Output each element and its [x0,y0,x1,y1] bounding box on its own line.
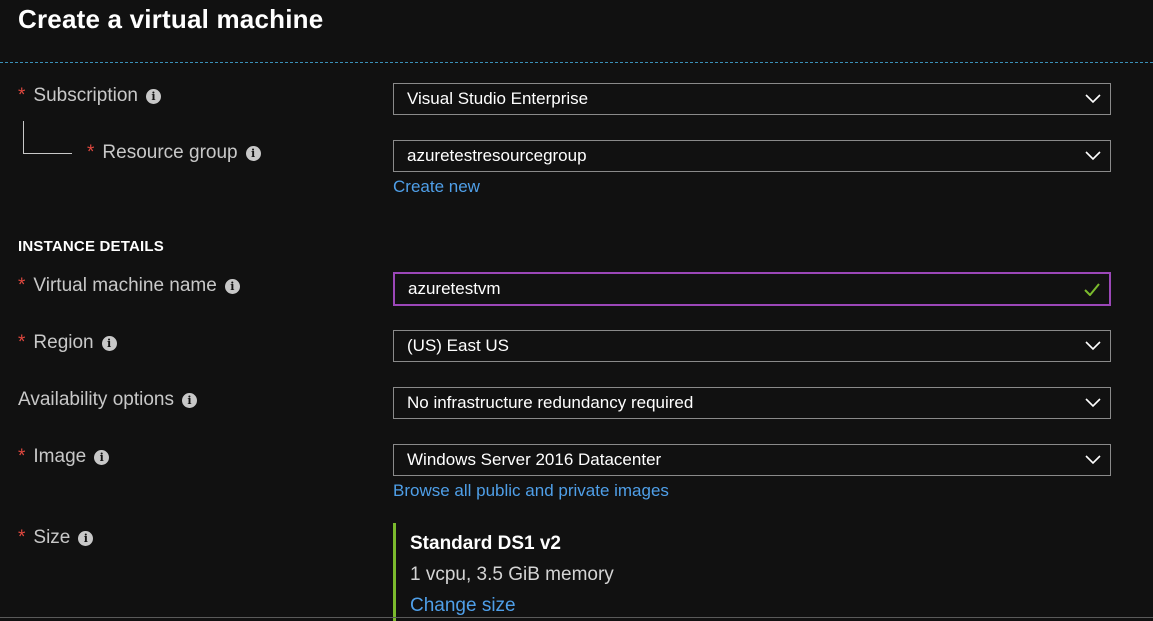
required-marker: * [87,142,95,163]
size-detail: 1 vcpu, 3.5 GiB memory [410,564,614,585]
info-icon[interactable]: i [78,530,94,546]
create-new-link[interactable]: Create new [393,177,480,197]
subscription-value: Visual Studio Enterprise [407,89,589,108]
resource-group-label: Resource group [102,142,238,163]
info-icon[interactable]: i [145,88,161,104]
resource-group-value: azuretestresourcegroup [407,146,587,165]
chevron-down-icon [1076,84,1110,114]
size-name: Standard DS1 v2 [410,533,561,554]
info-icon[interactable]: i [224,278,240,294]
info-icon[interactable]: i [245,145,261,161]
bottom-divider [0,617,1153,618]
chevron-down-icon [1076,445,1110,475]
availability-label-row: Availability options i [18,389,197,411]
image-label: Image [33,446,87,467]
title-divider [0,62,1153,63]
size-summary: Standard DS1 v2 1 vcpu, 3.5 GiB memory C… [393,523,693,621]
required-marker: * [18,85,26,106]
availability-label: Availability options [18,389,174,410]
region-select[interactable]: (US) East US [393,330,1111,362]
subscription-label: Subscription [33,85,138,106]
instance-details-heading: INSTANCE DETAILS [18,238,164,255]
resource-group-label-row: * Resource group i [87,142,261,164]
region-label-row: * Region i [18,332,117,354]
checkmark-icon [1075,274,1109,304]
chevron-down-icon [1076,141,1110,171]
info-icon[interactable]: i [101,335,117,351]
tree-connector [23,121,72,154]
required-marker: * [18,446,26,467]
availability-value: No infrastructure redundancy required [407,393,694,412]
resource-group-select[interactable]: azuretestresourcegroup [393,140,1111,172]
region-value: (US) East US [407,336,510,355]
browse-images-link[interactable]: Browse all public and private images [393,481,669,501]
size-label: Size [33,527,71,548]
image-label-row: * Image i [18,446,110,468]
availability-select[interactable]: No infrastructure redundancy required [393,387,1111,419]
required-marker: * [18,275,26,296]
chevron-down-icon [1076,331,1110,361]
subscription-select[interactable]: Visual Studio Enterprise [393,83,1111,115]
required-marker: * [18,332,26,353]
info-icon[interactable]: i [94,449,110,465]
chevron-down-icon [1076,388,1110,418]
page-title: Create a virtual machine [18,4,324,34]
subscription-label-row: * Subscription i [18,85,161,107]
size-label-row: * Size i [18,527,94,549]
create-vm-page: Create a virtual machine * Subscription … [0,0,1153,621]
change-size-link[interactable]: Change size [410,595,516,617]
info-icon[interactable]: i [181,392,197,408]
required-marker: * [18,527,26,548]
vm-name-value: azuretestvm [408,279,501,298]
vm-name-input[interactable]: azuretestvm [393,272,1111,306]
image-value: Windows Server 2016 Datacenter [407,450,662,469]
region-label: Region [33,332,94,353]
image-select[interactable]: Windows Server 2016 Datacenter [393,444,1111,476]
vm-name-label: Virtual machine name [33,275,217,296]
vm-name-label-row: * Virtual machine name i [18,275,240,297]
